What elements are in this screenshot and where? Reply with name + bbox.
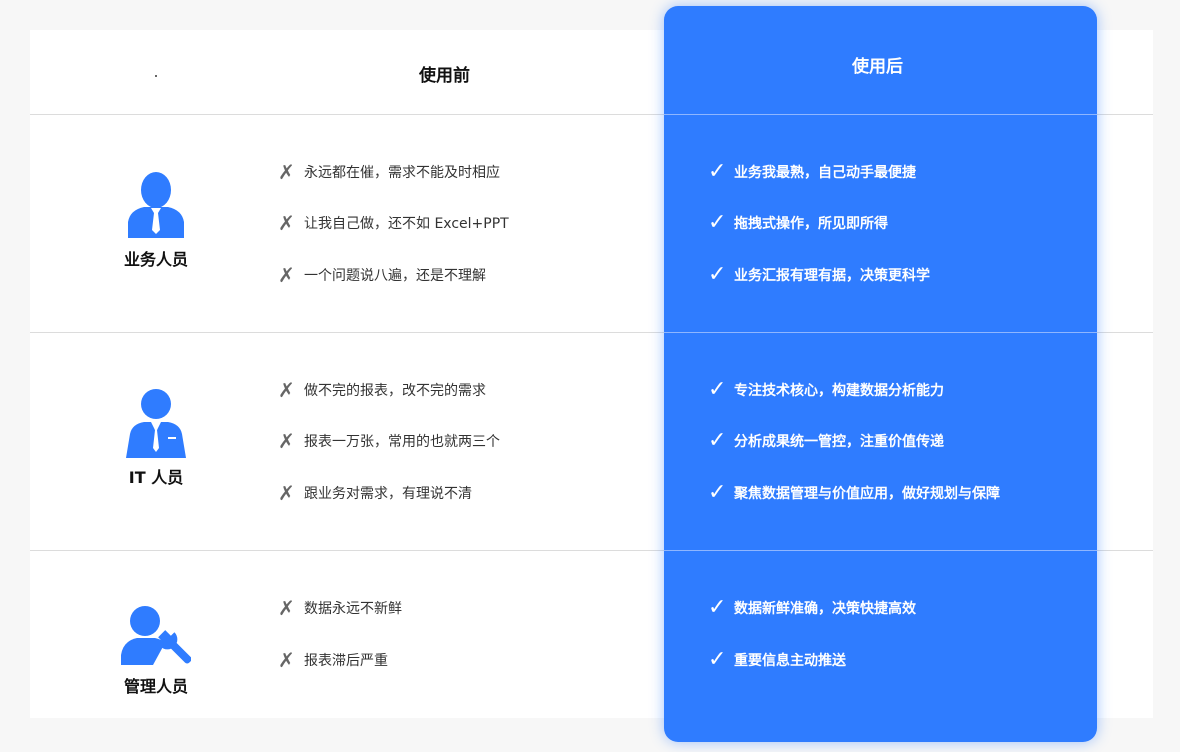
before-column-header: 使用前 — [419, 66, 470, 86]
role-business: 业务人员 — [96, 170, 216, 270]
after-item: ✓ 专注技术核心，构建数据分析能力 — [708, 377, 944, 402]
after-item: ✓ 业务我最熟，自己动手最便捷 — [708, 159, 916, 184]
cross-icon: ✗ — [278, 429, 295, 453]
after-column-highlight — [664, 6, 1097, 742]
role-manager: 管理人员 — [96, 605, 216, 697]
before-item: ✗ 报表一万张，常用的也就两三个 — [278, 429, 500, 453]
before-item: ✗ 一个问题说八遍，还是不理解 — [278, 263, 486, 287]
after-item: ✓ 聚焦数据管理与价值应用，做好规划与保障 — [708, 480, 1000, 505]
manager-wrench-icon — [121, 606, 191, 665]
business-person-icon — [128, 172, 184, 238]
after-item: ✓ 业务汇报有理有据，决策更科学 — [708, 262, 930, 287]
check-icon: ✓ — [708, 595, 727, 620]
it-person-icon — [126, 389, 186, 458]
check-icon: ✓ — [708, 480, 727, 505]
before-item: ✗ 跟业务对需求，有理说不清 — [278, 481, 472, 505]
check-icon: ✓ — [708, 377, 727, 402]
check-icon: ✓ — [708, 159, 727, 184]
corner-dot — [155, 75, 157, 77]
role-label: IT 人员 — [128, 468, 184, 487]
cross-icon: ✗ — [278, 263, 295, 287]
before-item: ✗ 让我自己做，还不如 Excel+PPT — [278, 211, 509, 235]
role-label: 业务人员 — [123, 250, 188, 269]
before-item: ✗ 做不完的报表，改不完的需求 — [278, 378, 486, 402]
cross-icon: ✗ — [278, 160, 295, 184]
cross-icon: ✗ — [278, 481, 295, 505]
cross-icon: ✗ — [278, 378, 295, 402]
cross-icon: ✗ — [278, 596, 295, 620]
after-item: ✓ 分析成果统一管控，注重价值传递 — [708, 428, 944, 453]
after-column-divider — [664, 332, 1097, 333]
after-item: ✓ 数据新鲜准确，决策快捷高效 — [708, 595, 916, 620]
after-column-header: 使用后 — [852, 57, 903, 77]
after-item: ✓ 重要信息主动推送 — [708, 647, 846, 672]
role-label: 管理人员 — [123, 677, 188, 696]
after-column-divider — [664, 114, 1097, 115]
check-icon: ✓ — [708, 428, 727, 453]
check-icon: ✓ — [708, 262, 727, 287]
check-icon: ✓ — [708, 647, 727, 672]
before-item: ✗ 报表滞后严重 — [278, 648, 388, 672]
before-item: ✗ 永远都在催，需求不能及时相应 — [278, 160, 500, 184]
check-icon: ✓ — [708, 210, 727, 235]
before-item: ✗ 数据永远不新鲜 — [278, 596, 402, 620]
cross-icon: ✗ — [278, 211, 295, 235]
role-it: IT 人员 — [96, 388, 216, 488]
after-column-divider — [664, 550, 1097, 551]
cross-icon: ✗ — [278, 648, 295, 672]
after-item: ✓ 拖拽式操作，所见即所得 — [708, 210, 888, 235]
